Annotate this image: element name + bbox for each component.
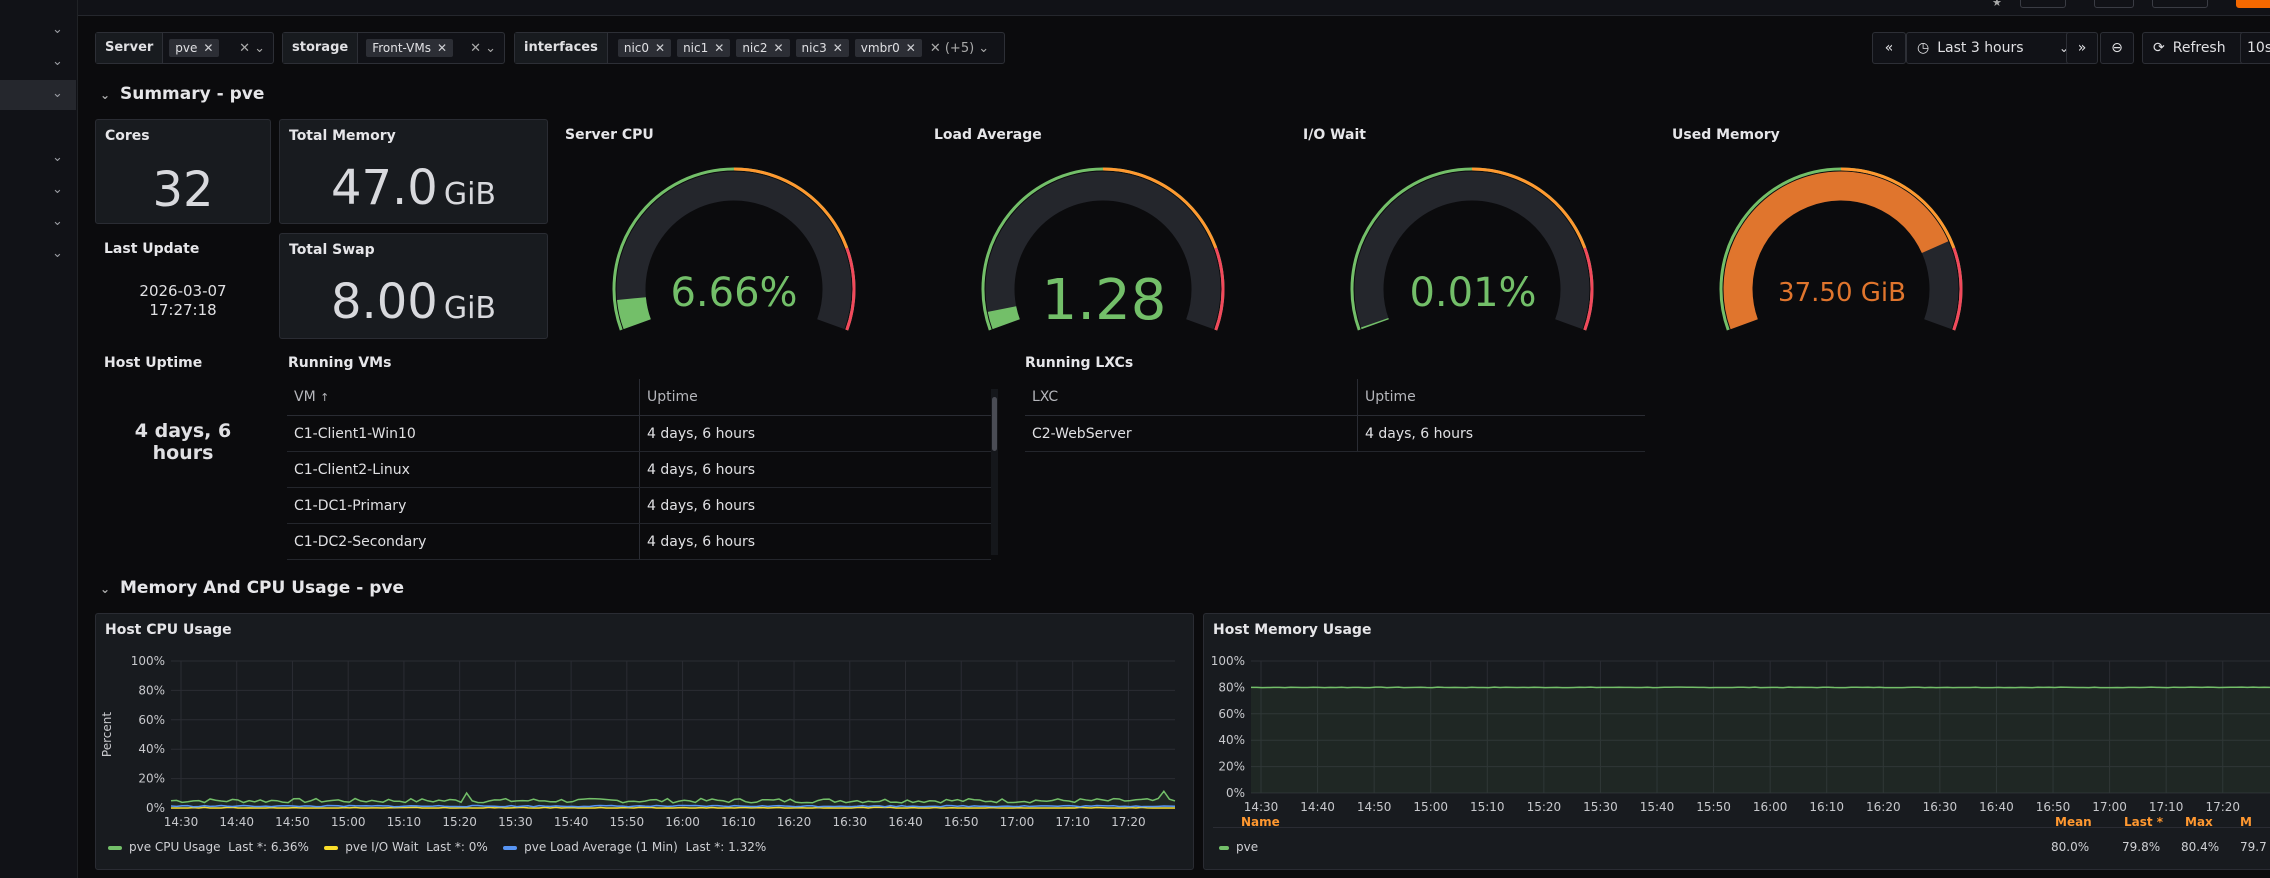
y-tick-label: 100% [1211, 654, 1245, 668]
y-tick-label: 0% [1226, 786, 1245, 800]
y-tick-label: 60% [138, 713, 165, 727]
x-tick-label: 15:30 [1583, 800, 1618, 814]
legend-swatch [1219, 845, 1229, 850]
running-vms-table: VM ↑ Uptime C1-Client1-Win10 4 days, 6 ho… [287, 379, 991, 560]
table-row: C2-WebServer 4 days, 6 hours [1025, 415, 1645, 452]
legend-item[interactable]: pve [1219, 840, 1258, 854]
panel-title-running-lxcs: Running LXCs [1025, 355, 1134, 371]
y-tick-label: 80% [1218, 680, 1245, 694]
legend-item[interactable]: pve CPU Usage Last *: 6.36% [108, 840, 309, 854]
gauge-value-cpu: 6.66% [670, 270, 798, 316]
x-tick-label: 16:40 [888, 815, 923, 829]
legend-item[interactable]: pve I/O Wait Last *: 0% [324, 840, 488, 854]
cpu-legend: pve CPU Usage Last *: 6.36% pve I/O Wait… [108, 840, 766, 854]
gauge-value-load: 1.28 [1041, 268, 1167, 333]
x-tick-label: 16:00 [1753, 800, 1788, 814]
gauge-value-memory: 37.50 GiB [1778, 278, 1906, 308]
x-tick-label: 15:40 [1640, 800, 1675, 814]
y-tick-label: 80% [138, 683, 165, 697]
memory-legend-table: Name Mean Last * Max M pve 80.0% 79.8% 8… [1213, 815, 2270, 867]
table-row: C1-Client1-Win10 4 days, 6 hours [287, 415, 991, 452]
y-tick-label: 20% [1218, 760, 1245, 774]
running-lxcs-table: LXC Uptime C2-WebServer 4 days, 6 hours [1025, 379, 1645, 452]
x-tick-label: 14:50 [275, 815, 310, 829]
x-tick-label: 16:20 [777, 815, 812, 829]
x-tick-label: 14:40 [219, 815, 254, 829]
x-tick-label: 16:10 [1809, 800, 1844, 814]
x-tick-label: 17:20 [2205, 800, 2240, 814]
x-tick-label: 17:00 [2092, 800, 2127, 814]
x-tick-label: 14:50 [1357, 800, 1392, 814]
x-tick-label: 14:30 [164, 815, 199, 829]
x-tick-label: 15:20 [1527, 800, 1562, 814]
x-tick-label: 14:30 [1244, 800, 1279, 814]
x-tick-label: 15:00 [1413, 800, 1448, 814]
x-tick-label: 16:40 [1979, 800, 2014, 814]
x-tick-label: 15:30 [498, 815, 533, 829]
column-header-uptime[interactable]: Uptime [1357, 379, 1645, 416]
table-row: C1-DC1-Primary 4 days, 6 hours [287, 487, 991, 524]
column-header-lxc[interactable]: LXC [1025, 379, 1358, 416]
x-tick-label: 14:40 [1300, 800, 1335, 814]
x-tick-label: 17:10 [1055, 815, 1090, 829]
legend-item[interactable]: pve Load Average (1 Min) Last *: 1.32% [503, 840, 766, 854]
legend-swatch [108, 845, 122, 850]
x-tick-label: 17:20 [1111, 815, 1146, 829]
y-tick-label: 20% [138, 772, 165, 786]
series-area [1251, 687, 2270, 793]
x-tick-label: 15:10 [387, 815, 422, 829]
panel-title-host-uptime: Host Uptime [104, 355, 203, 371]
y-tick-label: 60% [1218, 707, 1245, 721]
column-header-uptime[interactable]: Uptime [639, 379, 991, 416]
table-row: C1-DC2-Secondary 4 days, 6 hours [287, 523, 991, 560]
x-tick-label: 15:10 [1470, 800, 1505, 814]
y-tick-label: 0% [146, 801, 165, 815]
y-tick-label: 40% [138, 742, 165, 756]
cpu-chart: 0% 20% 40% 60% 80% 100% 14:30 14:40 14:50 15:00 15… [100, 654, 1176, 829]
legend-swatch [503, 845, 518, 850]
sort-asc-icon: ↑ [320, 391, 330, 404]
panel-title-running-vms: Running VMs [288, 355, 392, 371]
table-scrollbar[interactable] [991, 389, 998, 555]
x-tick-label: 15:50 [1696, 800, 1731, 814]
x-tick-label: 16:30 [832, 815, 867, 829]
x-tick-label: 16:50 [2036, 800, 2071, 814]
gauge-value-iowait: 0.01% [1409, 270, 1537, 316]
gauge-value-arc [1360, 317, 1389, 330]
table-row: C1-Client2-Linux 4 days, 6 hours [287, 451, 991, 488]
x-tick-label: 16:00 [665, 815, 700, 829]
x-tick-label: 16:50 [944, 815, 979, 829]
series-line [1250, 686, 2270, 689]
x-tick-label: 16:30 [1923, 800, 1958, 814]
y-axis-label: Percent [100, 712, 114, 757]
scrollbar-thumb[interactable] [992, 397, 997, 451]
x-tick-label: 17:00 [1000, 815, 1035, 829]
y-tick-label: 40% [1218, 733, 1245, 747]
legend-swatch [324, 845, 339, 850]
x-tick-label: 16:20 [1866, 800, 1901, 814]
y-tick-label: 100% [131, 654, 165, 668]
series-line [170, 789, 1176, 804]
x-tick-label: 15:50 [610, 815, 645, 829]
x-tick-label: 15:20 [442, 815, 477, 829]
x-tick-label: 15:40 [554, 815, 589, 829]
table-header-row: LXC Uptime [1025, 379, 1645, 416]
x-tick-label: 17:10 [2149, 800, 2184, 814]
row-memory-cpu[interactable]: ⌄ Memory And CPU Usage - pve [100, 578, 404, 598]
x-tick-label: 16:10 [721, 815, 756, 829]
table-header-row: VM ↑ Uptime [287, 379, 991, 416]
x-tick-label: 15:00 [331, 815, 366, 829]
host-uptime-value: 4 days, 6 hours [134, 420, 232, 464]
chevron-down-icon: ⌄ [100, 582, 111, 596]
column-header-vm[interactable]: VM ↑ [287, 379, 640, 416]
